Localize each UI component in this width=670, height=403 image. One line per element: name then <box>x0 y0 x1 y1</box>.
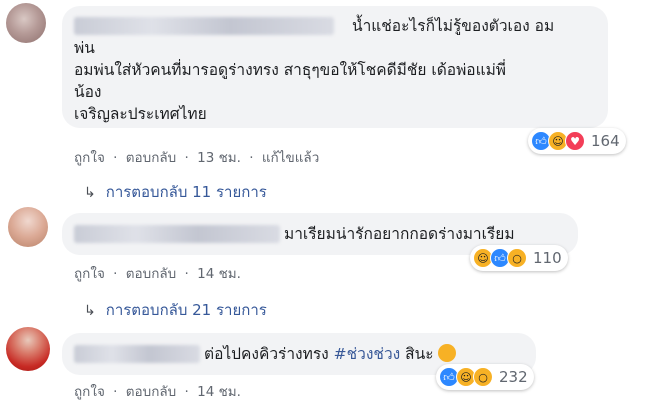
reply-arrow-icon: ↳ <box>84 185 96 201</box>
worried-emoji-icon <box>437 344 456 362</box>
like-link[interactable]: ถูกใจ <box>74 266 105 282</box>
commenter-avatar[interactable] <box>6 327 50 371</box>
commenter-avatar[interactable] <box>8 207 48 247</box>
replies-label: การตอบกลับ 11 รายการ <box>105 183 267 201</box>
like-link[interactable]: ถูกใจ <box>74 384 105 400</box>
comment-bubble: น้ำแช่อะไรก็ไม่รู้ของตัวเอง อม พ่น อมพ่น… <box>62 6 608 128</box>
reaction-summary[interactable]: ☺︎ 👍︎ ○ 110 <box>470 245 568 271</box>
wow-icon: ○ <box>507 248 527 268</box>
reaction-count: 232 <box>499 368 528 386</box>
reply-link[interactable]: ตอบกลับ <box>126 150 176 166</box>
comment-actions: ถูกใจ · ตอบกลับ · 14 ชม. <box>74 384 241 400</box>
commenter-name-blurred[interactable] <box>74 345 200 363</box>
view-replies-link[interactable]: ↳ การตอบกลับ 11 รายการ <box>84 180 267 204</box>
reply-arrow-icon: ↳ <box>84 303 96 319</box>
replies-label: การตอบกลับ 21 รายการ <box>105 301 267 319</box>
reaction-summary[interactable]: 👍︎ ☺︎ ♥ 164 <box>528 128 626 154</box>
commenter-avatar[interactable] <box>6 3 46 43</box>
love-icon: ♥ <box>565 131 585 151</box>
reaction-count: 110 <box>533 249 562 267</box>
comment-text-line: เจริญละประเทศไทย <box>74 105 207 123</box>
comment-text-start: ต่อไปคงคิวร่างทรง <box>204 345 334 363</box>
comment-text-line: น้ำแช่อะไรก็ไม่รู้ของตัวเอง อม <box>352 17 555 35</box>
like-link[interactable]: ถูกใจ <box>74 150 105 166</box>
comment-actions: ถูกใจ · ตอบกลับ · 13 ชม. · แก้ไขแล้ว <box>74 150 320 166</box>
comment-text-line: น้อง <box>74 83 102 101</box>
reply-link[interactable]: ตอบกลับ <box>126 266 176 282</box>
commenter-name-blurred[interactable] <box>74 17 334 35</box>
comment-text-end: สินะ <box>400 345 434 363</box>
comment-text: มาเรียมน่ารักอยากกอดร่างมาเรียม <box>284 225 515 243</box>
commenter-name-blurred[interactable] <box>74 225 280 243</box>
comment-text-line: พ่น <box>74 39 95 57</box>
timestamp[interactable]: 14 ชม. <box>197 266 241 282</box>
comment-text-line: อมพ่นใส่หัวคนที่มารอดูร่างทรง สาธุๆขอให้… <box>74 61 507 79</box>
timestamp[interactable]: 14 ชม. <box>197 384 241 400</box>
comment-text: ต่อไปคงคิวร่างทรง #ช่วงช่วง สินะ <box>204 344 456 364</box>
wow-icon: ○ <box>473 367 493 387</box>
edited-label[interactable]: แก้ไขแล้ว <box>262 150 319 166</box>
reaction-summary[interactable]: 👍︎ ☺︎ ○ 232 <box>436 364 534 390</box>
timestamp[interactable]: 13 ชม. <box>197 150 241 166</box>
hashtag-link[interactable]: #ช่วงช่วง <box>334 345 401 363</box>
reaction-count: 164 <box>591 132 620 150</box>
comment-actions: ถูกใจ · ตอบกลับ · 14 ชม. <box>74 266 241 282</box>
view-replies-link[interactable]: ↳ การตอบกลับ 21 รายการ <box>84 298 267 322</box>
reply-link[interactable]: ตอบกลับ <box>126 384 176 400</box>
